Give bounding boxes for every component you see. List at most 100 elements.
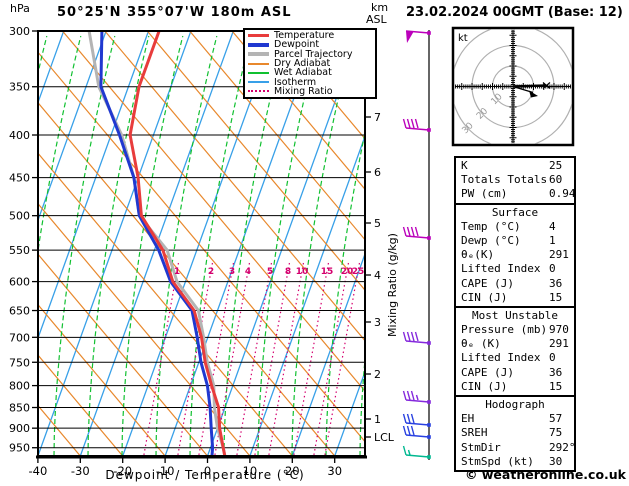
- index-label: K: [461, 159, 468, 172]
- temperature-tick-label: 30: [327, 464, 342, 478]
- index-value: 4: [549, 219, 556, 233]
- indices-row: StmSpd (kt) 30: [456, 455, 574, 469]
- legend-item-mixing-ratio: Mixing Ratio: [248, 87, 375, 96]
- skewt-sounding-page: 1 2 3 4 5 8 10 15 20 25 300 350 400 450 500 550 600 650 70…: [0, 0, 629, 486]
- pressure-tick-label: 300: [9, 25, 30, 38]
- indices-row: θₑ (K) 291: [456, 337, 574, 351]
- index-value: 291: [549, 337, 569, 351]
- index-label: StmSpd (kt): [461, 454, 534, 468]
- mixing-ratio-label: 1: [174, 267, 180, 277]
- mixing-ratio-label: 15: [321, 267, 334, 277]
- index-label: SREH: [461, 426, 488, 440]
- index-value: 0.94: [549, 187, 576, 201]
- indices-section-title: Most Unstable: [471, 308, 559, 322]
- index-label: Pressure (mb): [461, 323, 548, 337]
- indices-row: CIN (J) 15: [456, 380, 574, 394]
- temperature-tick-label: -40: [29, 464, 48, 478]
- index-value: 36: [549, 276, 563, 290]
- index-value: 36: [549, 365, 563, 379]
- wind-barb: [402, 118, 431, 132]
- index-label: CIN (J): [461, 290, 508, 304]
- x-axis-title: Dewpoint / Temperature (°C): [105, 468, 305, 482]
- index-value: 0: [549, 262, 556, 276]
- indices-row: θₑ(K) 291: [456, 248, 574, 262]
- indices-table: K 25 Totals Totals 60 PW (cm) 0.94 Surface Temp…: [454, 156, 576, 472]
- indices-row: Totals Totals 60: [456, 173, 574, 187]
- indices-section-most-unstable: Most Unstable Pressure (mb) 970 θₑ (K) 291 Li…: [456, 305, 574, 395]
- index-value: 15: [549, 290, 563, 304]
- km-tick-label: LCL: [374, 431, 395, 444]
- index-value: 25: [549, 159, 563, 172]
- pressure-tick-label: 400: [9, 129, 30, 142]
- pressure-tick-label: 500: [9, 210, 30, 223]
- mixing-ratio-label: 5: [267, 267, 273, 277]
- legend-swatch: [248, 43, 269, 47]
- index-label: StmDir: [461, 440, 501, 454]
- indices-section-title: Surface: [491, 205, 539, 219]
- pressure-tick-label: 550: [9, 244, 30, 257]
- index-label: PW (cm): [461, 187, 508, 201]
- indices-row: PW (cm) 0.94: [456, 187, 576, 201]
- hodograph: 102030kt: [451, 26, 575, 147]
- indices-section-hodograph: Hodograph EH 57 SREH 75 StmDir 292° StmSpd (kt)…: [456, 395, 576, 470]
- pressure-tick-label: 700: [9, 331, 30, 344]
- legend-swatch: [248, 52, 269, 56]
- hodograph-unit-label: kt: [458, 33, 468, 44]
- index-value: 75: [549, 426, 563, 440]
- wet-adiabat-line: [189, 35, 252, 455]
- indices-row: EH 57: [456, 412, 574, 426]
- indices-row: CIN (J) 15: [456, 291, 574, 305]
- wind-barb-column: [402, 30, 431, 460]
- indices-row: Pressure (mb) 970: [456, 323, 574, 337]
- legend-swatch: [248, 33, 269, 38]
- km-tick-label: 6: [374, 166, 381, 179]
- run-datetime: 23.02.2024 00GMT (Base: 12): [406, 5, 623, 20]
- wind-barb: [402, 390, 431, 404]
- mixing-ratio-label: 25: [352, 267, 365, 277]
- index-value: 15: [549, 379, 563, 393]
- wet-adiabat-line: [87, 35, 150, 455]
- index-label: CAPE (J): [461, 276, 514, 290]
- indices-section-title: Hodograph: [485, 398, 545, 411]
- mixing-ratio-label: 2: [208, 267, 214, 277]
- wet-adiabat-line: [121, 35, 184, 455]
- km-tick-label: 2: [374, 368, 381, 381]
- pressure-axis-unit: hPa: [10, 2, 30, 15]
- index-label: Lifted Index: [461, 262, 541, 276]
- index-label: θₑ (K): [461, 337, 501, 351]
- index-label: CIN (J): [461, 379, 508, 393]
- pressure-tick-label: 650: [9, 305, 30, 318]
- temperature-tick-label: -30: [71, 464, 90, 478]
- index-label: EH: [461, 412, 475, 426]
- indices-row: Lifted Index 0: [456, 351, 574, 365]
- indices-section-surface: Surface Temp (°C) 4 Dewp (°C) 1 θₑ(K) 291 Lifte…: [456, 202, 574, 306]
- indices-section: K 25 Totals Totals 60 PW (cm) 0.94: [456, 158, 576, 203]
- km-tick-label: 4: [374, 269, 381, 282]
- legend-swatch: [248, 81, 269, 84]
- pressure-tick-label: 350: [9, 81, 30, 94]
- index-value: 291: [549, 248, 569, 262]
- index-label: Totals Totals: [461, 173, 548, 187]
- indices-row: K 25: [456, 159, 574, 173]
- pressure-tick-label: 450: [9, 172, 30, 185]
- index-value: 1: [549, 233, 556, 247]
- pressure-tick-label: 750: [9, 356, 30, 369]
- mixing-ratio-label: 8: [285, 267, 291, 277]
- indices-row: Lifted Index 0: [456, 262, 574, 276]
- legend-label: Wet Adiabat: [274, 67, 332, 79]
- wind-barb: [405, 30, 431, 43]
- wind-barb: [402, 413, 431, 427]
- km-tick-label: 1: [374, 413, 381, 426]
- indices-row: CAPE (J) 36: [456, 277, 574, 291]
- pressure-tick-label: 900: [9, 422, 30, 435]
- mixing-ratio-label: 10: [296, 267, 309, 277]
- index-value: 970: [549, 323, 569, 337]
- hodograph-storm-vector: [512, 84, 547, 88]
- mixing-ratio-line: [268, 262, 305, 455]
- wind-barb: [402, 331, 431, 345]
- legend: Temperature Dewpoint Parcel Trajectory Dry …: [243, 28, 377, 100]
- index-value: 30: [549, 454, 563, 468]
- index-value: 292°: [549, 440, 576, 454]
- pressure-tick-label: 600: [9, 276, 30, 289]
- wind-barb: [402, 226, 431, 240]
